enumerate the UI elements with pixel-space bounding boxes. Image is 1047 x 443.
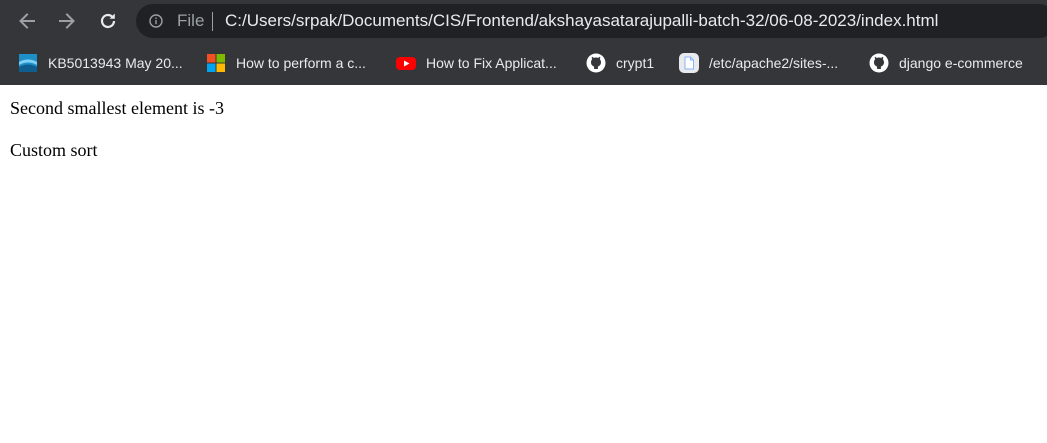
info-icon[interactable]: [149, 14, 163, 28]
bookmark-label: How to perform a c...: [236, 55, 366, 71]
bookmark-django-ecommerce[interactable]: django e-commerce: [869, 51, 1023, 75]
address-bar[interactable]: File C:/Users/srpak/Documents/CIS/Fronte…: [136, 4, 1047, 38]
bookmark-etc-apache2[interactable]: /etc/apache2/sites-...: [679, 51, 838, 75]
bookmarks-bar: KB5013943 May 20... How to perform a c..…: [0, 42, 1047, 85]
youtube-icon: [396, 53, 416, 73]
reload-button[interactable]: [95, 8, 121, 34]
bookmark-label: django e-commerce: [899, 55, 1023, 71]
url-text[interactable]: C:/Users/srpak/Documents/CIS/Frontend/ak…: [225, 11, 938, 31]
github-icon: [586, 53, 606, 73]
page-content: Second smallest element is -3 Custom sor…: [0, 85, 1047, 443]
arrow-right-icon: [59, 13, 75, 29]
bookmark-kb5013943[interactable]: KB5013943 May 20...: [18, 51, 183, 75]
bookmark-how-to-perform[interactable]: How to perform a c...: [206, 51, 366, 75]
reload-icon: [100, 13, 116, 29]
forward-button[interactable]: [54, 8, 80, 34]
microsoft-icon: [206, 53, 226, 73]
bookmark-label: How to Fix Applicat...: [426, 55, 557, 71]
custom-sort-paragraph: Custom sort: [10, 140, 98, 160]
bookmark-label: /etc/apache2/sites-...: [709, 55, 839, 71]
bookmark-crypt1[interactable]: crypt1: [586, 51, 654, 75]
arrow-left-icon: [19, 13, 35, 29]
document-icon: [679, 53, 699, 73]
github-icon: [869, 53, 889, 73]
browser-chrome: File C:/Users/srpak/Documents/CIS/Fronte…: [0, 0, 1047, 85]
back-button[interactable]: [14, 8, 40, 34]
browser-toolbar: File C:/Users/srpak/Documents/CIS/Fronte…: [0, 0, 1047, 42]
kb-icon: [18, 53, 38, 73]
result-paragraph: Second smallest element is -3: [10, 98, 224, 118]
bookmark-how-to-fix[interactable]: How to Fix Applicat...: [396, 51, 557, 75]
address-divider: [212, 12, 213, 31]
bookmark-label: crypt1: [616, 55, 655, 71]
scheme-label: File: [177, 11, 205, 30]
bookmark-label: KB5013943 May 20...: [48, 55, 183, 71]
